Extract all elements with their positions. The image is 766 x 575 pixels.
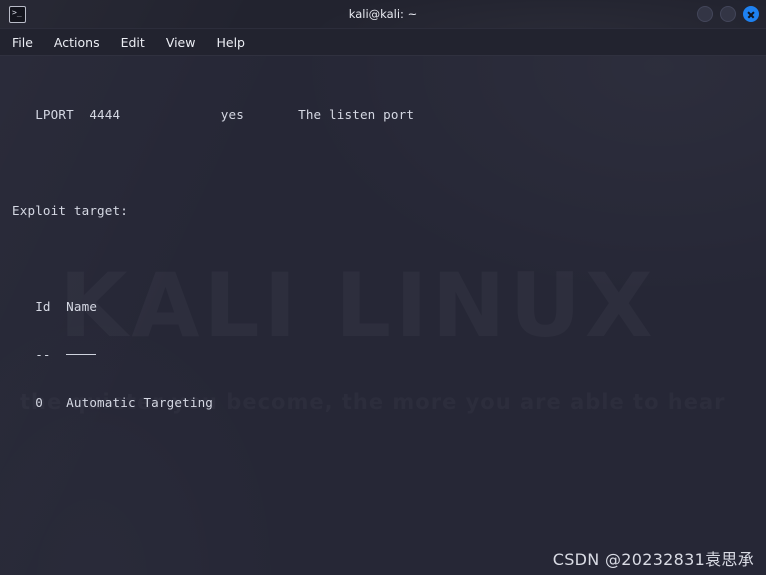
minimize-button[interactable] [697, 6, 713, 22]
close-button[interactable] [743, 6, 759, 22]
menu-item-actions[interactable]: Actions [54, 35, 100, 50]
menu-bar: File Actions Edit View Help [0, 29, 766, 56]
option-row-lport: LPORT 4444 yes The listen port [12, 107, 415, 122]
terminal-icon: >_ [9, 5, 26, 23]
terminal-window: >_ kali@kali: ~ File Actions Edit View H… [0, 0, 766, 575]
titlebar-background [0, 0, 766, 28]
target-separator-rule [66, 353, 97, 355]
title-bar[interactable]: >_ kali@kali: ~ [0, 0, 766, 29]
target-table-separator: -- [12, 347, 766, 363]
terminal-output: LPORT 4444 yes The listen port Exploit t… [0, 56, 766, 575]
maximize-button[interactable] [720, 6, 736, 22]
target-table-row: 0 Automatic Targeting [12, 395, 214, 410]
menu-item-file[interactable]: File [12, 35, 33, 50]
terminal-icon-caret: >_ [12, 7, 22, 17]
exploit-target-heading: Exploit target: [12, 203, 128, 218]
menu-item-view[interactable]: View [166, 35, 196, 50]
target-separator-text: -- [12, 347, 67, 362]
target-table-header: Id Name [12, 299, 98, 314]
menu-item-edit[interactable]: Edit [121, 35, 145, 50]
menu-item-help[interactable]: Help [216, 35, 245, 50]
window-controls [697, 0, 759, 28]
window-title: kali@kali: ~ [348, 7, 418, 21]
terminal-body[interactable]: KALI LINUX the quieter you become, the m… [0, 56, 766, 575]
